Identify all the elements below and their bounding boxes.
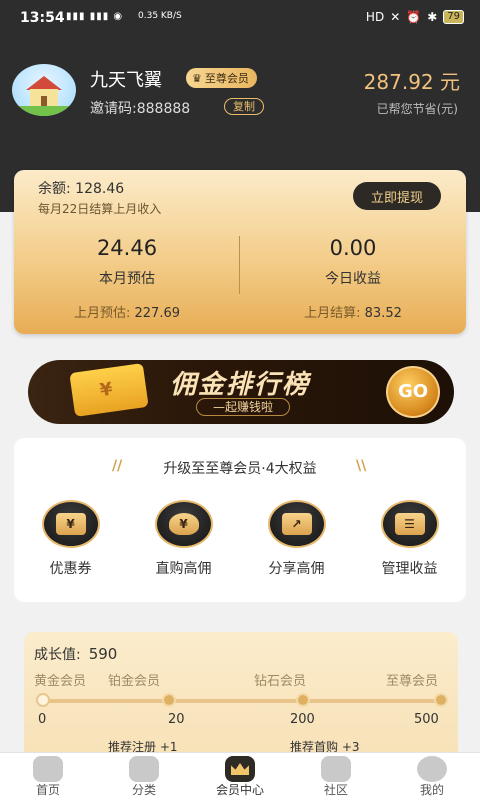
withdraw-button[interactable]: 立即提现 (353, 182, 441, 210)
avatar[interactable] (12, 64, 76, 116)
today-value: 0.00 (329, 236, 377, 260)
level-labels: 黄金会员 铂金会员 钻石会员 至尊会员 (34, 670, 450, 689)
month-estimate[interactable]: 24.46 本月预估 上月预估: 227.69 (14, 236, 240, 321)
level-dot (162, 693, 176, 707)
status-bar: 13:54 ▮▮▮ ▮▮▮ ◉ 0.35 KB/S HD ✕ ⏰ ✱ 79 (0, 0, 480, 36)
level-dot (296, 693, 310, 707)
profile-icon (417, 756, 447, 782)
level-diamond: 钻石会员 (254, 674, 307, 689)
copy-button[interactable]: 复制 (224, 98, 264, 115)
home-icon (33, 756, 63, 782)
growth-value: 成长值: 590 (34, 645, 118, 663)
last-month-estimate: 上月预估: 227.69 (73, 306, 181, 321)
growth-track (42, 699, 444, 703)
last-month-settled: 上月结算: 83.52 (304, 306, 402, 321)
battery-icon: 79 (443, 10, 464, 24)
tab-member-center[interactable]: 会员中心 (192, 756, 288, 798)
hd-label: HD (365, 10, 385, 24)
benefit-coupon[interactable]: ¥ 优惠券 (14, 500, 127, 578)
settle-note: 每月22日结算上月收入 (38, 202, 162, 216)
benefit-share[interactable]: ↗ 分享高佣 (240, 500, 353, 578)
today-earnings[interactable]: 0.00 今日收益 上月结算: 83.52 (240, 236, 466, 321)
signal-icon: ▮▮▮ ▮▮▮ ◉ (66, 11, 124, 22)
decor-slash-right-icon: \\ (356, 458, 367, 474)
balance-card: 余额: 128.46 每月22日结算上月收入 立即提现 24.46 本月预估 上… (14, 170, 466, 334)
commission-ranking-banner[interactable]: ¥ 佣金排行榜 —起赚钱啦 GO (28, 360, 454, 424)
benefits-title: 升级至至尊会员·4大权益 (163, 461, 317, 477)
tab-community[interactable]: 社区 (288, 756, 384, 798)
benefit-label: 管理收益 (381, 561, 438, 577)
balance-label: 余额: 128.46 (38, 181, 125, 197)
month-estimate-label: 本月预估 (99, 271, 155, 287)
category-icon (129, 756, 159, 782)
tab-home[interactable]: 首页 (0, 756, 96, 798)
banner-subtitle: —起赚钱啦 (196, 398, 291, 416)
user-name: 九天飞翼 (90, 70, 162, 91)
banner-title: 佣金排行榜 (170, 370, 311, 400)
invite-code: 邀请码:888888 (90, 101, 191, 117)
wallet-icon: ¥ (69, 363, 149, 417)
status-right: HD ✕ ⏰ ✱ 79 (366, 10, 464, 24)
tab-bar: 首页 分类 会员中心 社区 我的 (0, 752, 480, 800)
crown-icon: ♛ (192, 71, 202, 85)
benefit-label: 直购高佣 (155, 561, 212, 577)
benefits-panel: // 升级至至尊会员·4大权益 \\ ¥ 优惠券 ¥ 直购高佣 ↗ 分享高佣 ☰… (14, 438, 466, 602)
level-platinum: 铂金会员 (108, 674, 161, 689)
money-bag-icon: ¥ (154, 500, 213, 548)
crown-icon (225, 756, 255, 782)
mute-icon: ✕ (390, 10, 401, 24)
share-icon: ↗ (267, 500, 326, 548)
go-button[interactable]: GO (386, 366, 440, 418)
status-time: 13:54 (20, 10, 65, 26)
saved-amount: 287.92 元 (363, 70, 460, 94)
level-supreme: 至尊会员 (386, 674, 439, 689)
tab-mine[interactable]: 我的 (384, 756, 480, 798)
community-icon (321, 756, 351, 782)
saved-label: 已帮您节省(元) (376, 102, 458, 116)
vip-badge: ♛ 至尊会员 (186, 68, 257, 88)
tab-category[interactable]: 分类 (96, 756, 192, 798)
level-gold: 黄金会员 (34, 674, 87, 689)
vip-badge-label: 至尊会员 (204, 72, 249, 85)
benefit-label: 优惠券 (49, 561, 92, 577)
benefit-direct-buy[interactable]: ¥ 直购高佣 (127, 500, 240, 578)
level-dot (434, 693, 448, 707)
today-label: 今日收益 (325, 271, 381, 287)
benefit-label: 分享高佣 (268, 561, 325, 577)
month-estimate-value: 24.46 (96, 236, 158, 260)
benefit-manage[interactable]: ☰ 管理收益 (353, 500, 466, 578)
alarm-icon: ⏰ (406, 10, 422, 24)
coupon-icon: ¥ (41, 500, 100, 548)
net-speed: 0.35 KB/S (138, 11, 182, 21)
user-manage-icon: ☰ (380, 500, 439, 548)
bluetooth-icon: ✱ (427, 10, 438, 24)
level-dot (36, 693, 50, 707)
